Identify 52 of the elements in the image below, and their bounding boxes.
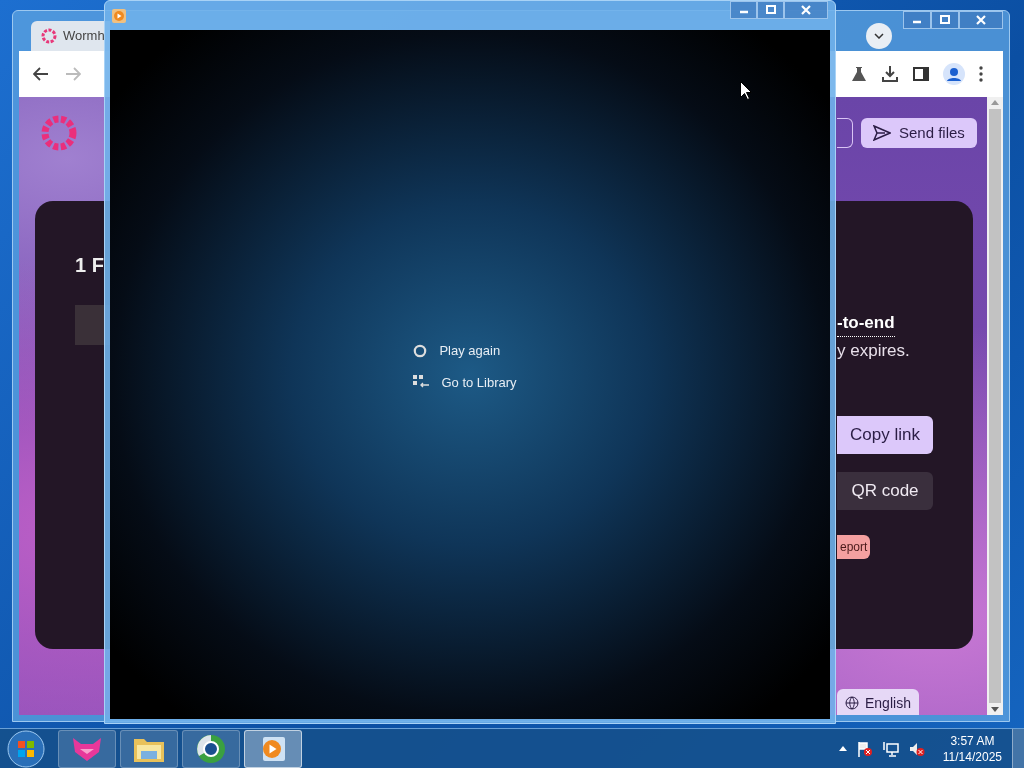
start-button[interactable]	[7, 729, 45, 768]
player-logo-icon	[112, 9, 126, 23]
maximize-icon	[938, 14, 952, 26]
globe-icon	[845, 696, 859, 710]
play-again-button[interactable]: Play again	[413, 341, 517, 361]
maximize-button[interactable]	[757, 1, 784, 19]
network-icon[interactable]	[882, 740, 899, 757]
close-icon	[974, 14, 988, 26]
mouse-cursor-icon	[740, 81, 752, 100]
close-icon	[799, 4, 813, 16]
profile-icon[interactable]	[943, 63, 965, 85]
library-button[interactable]: Go to Library	[413, 372, 517, 392]
swirl-logo-icon	[41, 28, 57, 44]
chevron-down-icon	[874, 33, 884, 39]
globe-app-icon	[196, 733, 226, 764]
taskbar-button[interactable]	[120, 729, 178, 768]
send-files-button[interactable]: Send files	[861, 118, 977, 148]
tab-title: Wormh	[63, 27, 105, 46]
clock[interactable]: 3:57 AM 11/14/2025	[942, 732, 1002, 765]
scroll-down-icon[interactable]	[991, 707, 999, 712]
close-button[interactable]	[959, 11, 1003, 29]
minimize-button[interactable]	[730, 1, 757, 19]
expiry-text: y expires.	[837, 340, 910, 362]
language-button[interactable]: English	[837, 689, 919, 715]
tab-search-button[interactable]	[866, 23, 892, 49]
download-icon[interactable]	[881, 65, 899, 83]
flag-error-icon[interactable]	[856, 740, 873, 757]
maximize-button[interactable]	[931, 11, 959, 29]
menu-icon[interactable]	[979, 66, 983, 82]
copy-link-button[interactable]: Copy link	[837, 416, 933, 454]
flask-icon[interactable]	[851, 66, 867, 82]
taskbar-button[interactable]	[244, 729, 302, 768]
close-button[interactable]	[784, 1, 828, 19]
files-heading: 1 F	[75, 253, 104, 278]
send-icon	[873, 125, 891, 141]
maximize-icon	[763, 4, 778, 16]
report-button[interactable]: eport	[837, 535, 871, 559]
clock-date: 11/14/2025	[942, 748, 1002, 765]
qr-code-button[interactable]: QR code	[837, 472, 933, 510]
minimize-button[interactable]	[903, 11, 931, 29]
back-icon[interactable]	[33, 67, 49, 81]
library-icon	[413, 375, 430, 390]
end-to-end-link[interactable]: -to-end	[837, 310, 895, 337]
outline-button[interactable]	[837, 118, 853, 148]
swirl-logo-icon	[39, 113, 79, 153]
fox-app-icon	[71, 735, 103, 762]
taskbar-button[interactable]	[182, 729, 240, 768]
clock-time: 3:57 AM	[950, 732, 995, 749]
replay-icon	[413, 343, 428, 358]
tray-arrow-icon[interactable]	[838, 746, 847, 751]
side-panel-icon[interactable]	[913, 66, 929, 82]
scroll-thumb[interactable]	[989, 109, 1001, 703]
